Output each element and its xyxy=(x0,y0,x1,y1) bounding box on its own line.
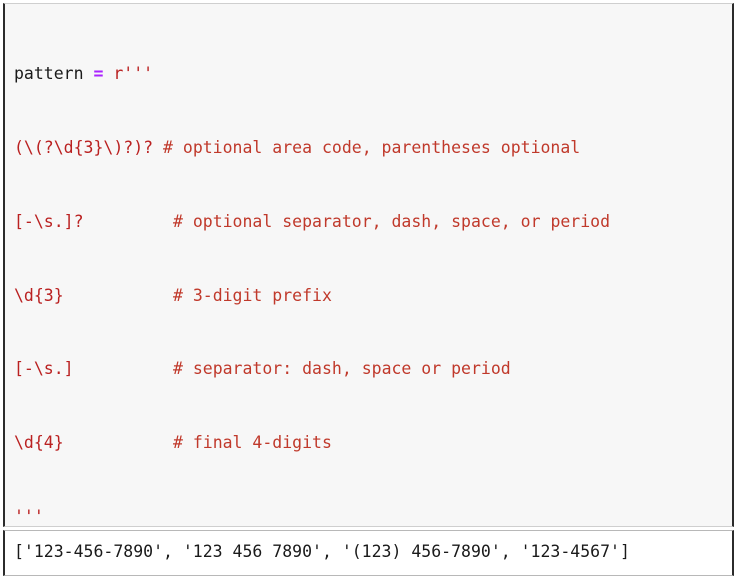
output-text: ['123-456-7890', '123 456 7890', '(123) … xyxy=(14,542,630,561)
output-cell: ['123-456-7890', '123 456 7890', '(123) … xyxy=(3,530,734,576)
comment-final: # final 4-digits xyxy=(172,433,332,453)
regex-fragment-separator: [-\s.] xyxy=(14,359,74,379)
regex-fragment-area-code: (\(?\d{3}\)?)? xyxy=(14,137,154,157)
code-line-2: (\(?\d{3}\)?)? # optional area code, par… xyxy=(14,136,732,161)
comment-separator: # separator: dash, space or period xyxy=(172,359,511,379)
code-screenshot: pattern = r''' (\(?\d{3}\)?)? # optional… xyxy=(0,0,740,579)
code-cell[interactable]: pattern = r''' (\(?\d{3}\)?)? # optional… xyxy=(3,3,734,527)
code-line-6: \d{4} # final 4-digits xyxy=(14,431,732,456)
raw-string-open: r''' xyxy=(113,64,154,84)
code-line-5: [-\s.] # separator: dash, space or perio… xyxy=(14,357,732,382)
code-line-4: \d{3} # 3-digit prefix xyxy=(14,284,732,309)
code-line-3: [-\s.]? # optional separator, dash, spac… xyxy=(14,210,732,235)
code-line-7: ''' xyxy=(14,505,732,526)
comment-prefix: # 3-digit prefix xyxy=(172,285,332,305)
comment-area-code: # optional area code, parentheses option… xyxy=(163,137,581,157)
comment-separator-optional: # optional separator, dash, space, or pe… xyxy=(172,211,611,231)
regex-fragment-prefix: \d{3} xyxy=(14,285,64,305)
regex-fragment-separator-optional: [-\s.]? xyxy=(14,211,84,231)
assign-operator: = xyxy=(93,64,104,84)
regex-fragment-final: \d{4} xyxy=(14,433,64,453)
code-source[interactable]: pattern = r''' (\(?\d{3}\)?)? # optional… xyxy=(5,4,732,526)
raw-string-close: ''' xyxy=(14,506,44,526)
identifier-pattern: pattern xyxy=(14,64,84,84)
code-line-1: pattern = r''' xyxy=(14,62,732,87)
